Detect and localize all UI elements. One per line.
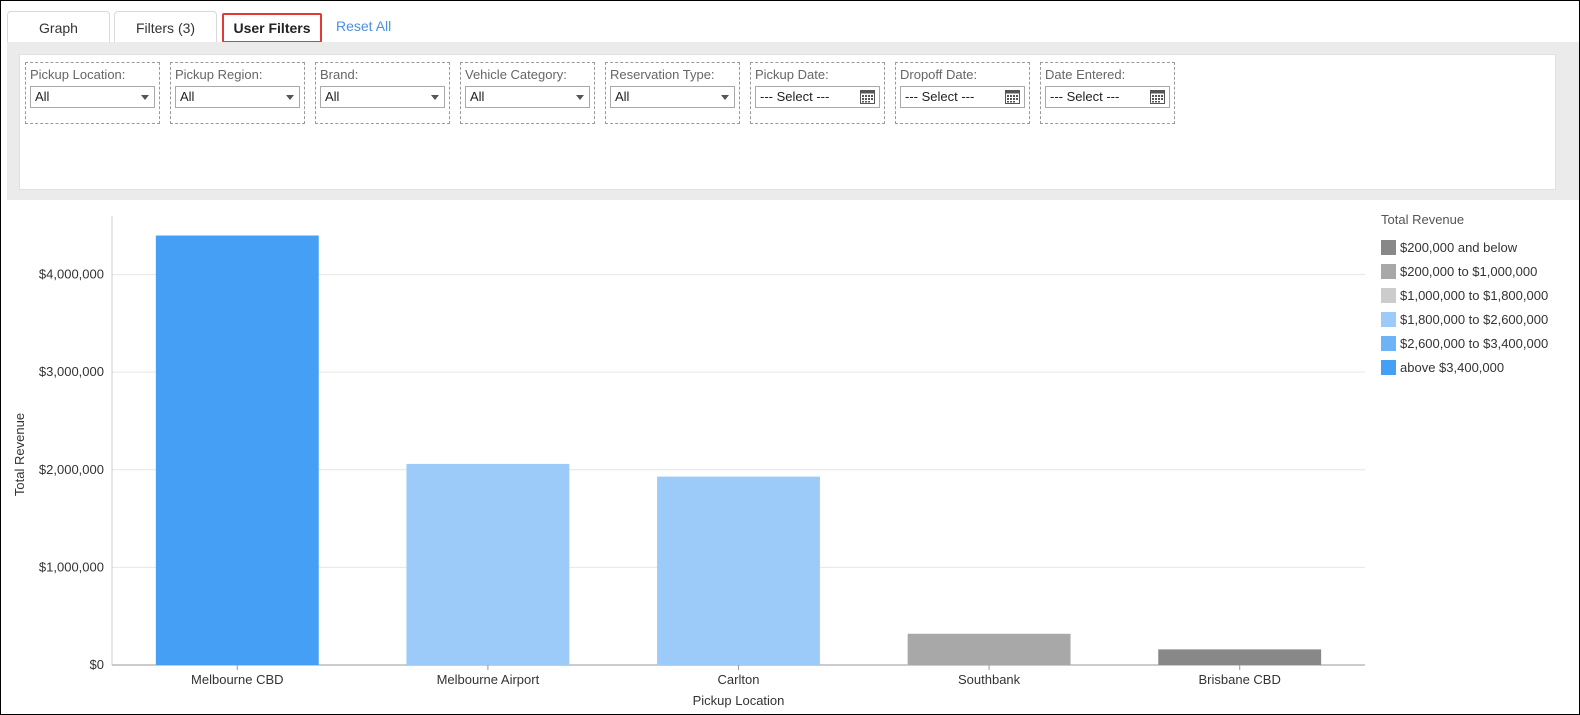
x-tick-label: Brisbane CBD	[1199, 672, 1281, 687]
select-value: All	[470, 89, 485, 104]
select-value: All	[180, 89, 195, 104]
legend-label: $2,600,000 to $3,400,000	[1400, 335, 1549, 351]
filter-label: Pickup Region:	[175, 67, 263, 82]
legend-title: Total Revenue	[1381, 212, 1465, 227]
bar	[406, 463, 570, 665]
legend-label: $1,800,000 to $2,600,000	[1400, 311, 1549, 327]
y-tick-label: $1,000,000	[39, 559, 104, 574]
y-tick-label: $0	[90, 657, 104, 672]
x-axis-title: Pickup Location	[693, 693, 785, 708]
legend-swatch	[1381, 239, 1396, 255]
filter-label: Pickup Date:	[755, 67, 829, 82]
filter-date-entered: Date Entered: --- Select ---	[1040, 62, 1175, 124]
pickup-location-select[interactable]: All	[30, 86, 155, 108]
chevron-down-icon	[576, 95, 584, 100]
x-tick-label: Southbank	[958, 672, 1021, 687]
chevron-down-icon	[431, 95, 439, 100]
filter-brand: Brand: All	[315, 62, 450, 124]
x-tick-label: Melbourne CBD	[191, 672, 284, 687]
legend-item[interactable]: above $3,400,000	[1381, 355, 1548, 379]
y-tick-label: $3,000,000	[39, 364, 104, 379]
x-tick-label: Melbourne Airport	[437, 672, 540, 687]
filter-label: Date Entered:	[1045, 67, 1126, 82]
bar	[657, 476, 820, 665]
filter-vehicle-category: Vehicle Category: All	[460, 62, 595, 124]
date-placeholder: --- Select ---	[760, 89, 830, 104]
filter-label: Pickup Location:	[30, 67, 126, 82]
pickup-date-input[interactable]: --- Select ---	[755, 86, 880, 108]
revenue-chart: $0 $1,000,000 $2,000,000 $3,000,000 $4,000,0…	[1, 201, 1579, 714]
filter-label: Reservation Type:	[610, 67, 715, 82]
legend-item[interactable]: $200,000 to $1,000,000	[1381, 259, 1548, 283]
filter-label: Dropoff Date:	[900, 67, 978, 82]
calendar-icon[interactable]	[1150, 89, 1165, 104]
legend-label: $200,000 and below	[1400, 239, 1518, 255]
select-value: All	[615, 89, 630, 104]
legend-item[interactable]: $200,000 and below	[1381, 235, 1548, 259]
chart-legend: Total Revenue $200,000 and below $200,000…	[1381, 212, 1548, 379]
app-frame: Graph Filters (3) User Filters Reset All…	[0, 0, 1580, 715]
tab-user-filters[interactable]: User Filters	[222, 13, 322, 43]
date-placeholder: --- Select ---	[905, 89, 975, 104]
y-axis-title: Total Revenue	[12, 413, 27, 496]
brand-select[interactable]: All	[320, 86, 445, 108]
legend-item[interactable]: $1,000,000 to $1,800,000	[1381, 283, 1548, 307]
dropoff-date-input[interactable]: --- Select ---	[900, 86, 1025, 108]
legend-swatch	[1381, 287, 1396, 303]
legend-label: $1,000,000 to $1,800,000	[1400, 287, 1549, 303]
y-tick-label: $2,000,000	[39, 462, 104, 477]
legend-item[interactable]: $1,800,000 to $2,600,000	[1381, 307, 1548, 331]
bar	[155, 235, 319, 666]
bar	[1158, 649, 1322, 665]
bar	[907, 633, 1071, 665]
select-value: All	[325, 89, 340, 104]
legend-label: above $3,400,000	[1400, 359, 1505, 375]
filter-pickup-date: Pickup Date: --- Select ---	[750, 62, 885, 124]
legend-swatch	[1381, 335, 1396, 351]
date-entered-input[interactable]: --- Select ---	[1045, 86, 1170, 108]
tab-filters[interactable]: Filters (3)	[114, 11, 217, 43]
filter-pickup-region: Pickup Region: All	[170, 62, 305, 124]
reservation-type-select[interactable]: All	[610, 86, 735, 108]
legend-label: $200,000 to $1,000,000	[1400, 263, 1538, 279]
y-tick-label: $4,000,000	[39, 267, 104, 282]
tab-bar: Graph Filters (3) User Filters Reset All	[1, 1, 1579, 43]
reset-all-link[interactable]: Reset All	[336, 18, 391, 34]
filter-reservation-type: Reservation Type: All	[605, 62, 740, 124]
legend-swatch	[1381, 311, 1396, 327]
calendar-icon[interactable]	[1005, 89, 1020, 104]
date-placeholder: --- Select ---	[1050, 89, 1120, 104]
filter-pickup-location: Pickup Location: All	[25, 62, 160, 124]
tab-graph[interactable]: Graph	[7, 11, 110, 43]
filter-label: Brand:	[320, 67, 359, 82]
legend-swatch	[1381, 359, 1396, 375]
x-tick-label: Carlton	[718, 672, 760, 687]
select-value: All	[35, 89, 50, 104]
chevron-down-icon	[721, 95, 729, 100]
legend-swatch	[1381, 263, 1396, 279]
filter-dropoff-date: Dropoff Date: --- Select ---	[895, 62, 1030, 124]
vehicle-category-select[interactable]: All	[465, 86, 590, 108]
filter-label: Vehicle Category:	[465, 67, 567, 82]
calendar-icon[interactable]	[860, 89, 875, 104]
chart-svg: $0 $1,000,000 $2,000,000 $3,000,000 $4,000,0…	[12, 216, 1365, 708]
chevron-down-icon	[141, 95, 149, 100]
pickup-region-select[interactable]: All	[175, 86, 300, 108]
chevron-down-icon	[286, 95, 294, 100]
legend-item[interactable]: $2,600,000 to $3,400,000	[1381, 331, 1548, 355]
